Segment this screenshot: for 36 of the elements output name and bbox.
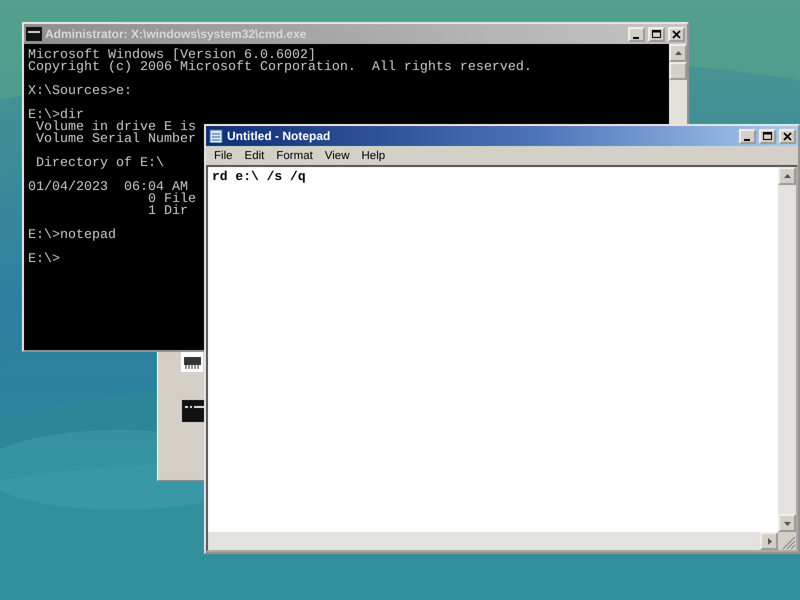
- menu-item[interactable]: Format: [270, 150, 319, 162]
- close-icon: [670, 28, 683, 40]
- console-line: X:\Sources>e:: [28, 86, 132, 98]
- document-text: rd e:\ /s /q: [212, 169, 306, 184]
- maximize-icon: [761, 130, 774, 142]
- close-button[interactable]: [668, 26, 685, 42]
- menu-item[interactable]: Edit: [238, 150, 270, 162]
- scroll-up-button[interactable]: [669, 44, 687, 62]
- menu-item[interactable]: Help: [356, 150, 392, 162]
- menu-item[interactable]: View: [318, 150, 356, 162]
- console-line: E:\>: [28, 254, 60, 266]
- minimize-button[interactable]: [739, 128, 756, 144]
- scroll-right-button[interactable]: [760, 532, 778, 550]
- window-title: Administrator: X:\windows\system32\cmd.exe: [45, 27, 308, 41]
- notepad-icon: [208, 129, 224, 143]
- maximize-button[interactable]: [648, 26, 665, 42]
- console-line: E:\>notepad: [28, 230, 116, 242]
- window-title: Untitled - Notepad: [227, 129, 332, 143]
- console-line: Directory of E:\: [34, 158, 164, 170]
- close-button[interactable]: [779, 128, 796, 144]
- scroll-down-button[interactable]: [778, 514, 796, 532]
- scroll-thumb[interactable]: [669, 62, 687, 80]
- console-icon: [26, 27, 42, 41]
- chip-icon: [181, 352, 203, 372]
- console-line: 1 Dir: [146, 206, 188, 218]
- resize-grip-icon: [778, 532, 796, 550]
- console-line: Volume Serial Number: [34, 134, 196, 146]
- maximize-icon: [650, 28, 663, 40]
- menu-item[interactable]: File: [208, 150, 239, 162]
- minimize-icon: [632, 36, 638, 38]
- scroll-up-button[interactable]: [778, 167, 796, 185]
- maximize-button[interactable]: [759, 128, 776, 144]
- minimize-icon: [744, 138, 750, 140]
- console-line: Copyright (c) 2006 Microsoft Corporation. All rights reserved.: [28, 62, 532, 74]
- minimize-button[interactable]: [628, 26, 645, 42]
- close-icon: [781, 130, 794, 142]
